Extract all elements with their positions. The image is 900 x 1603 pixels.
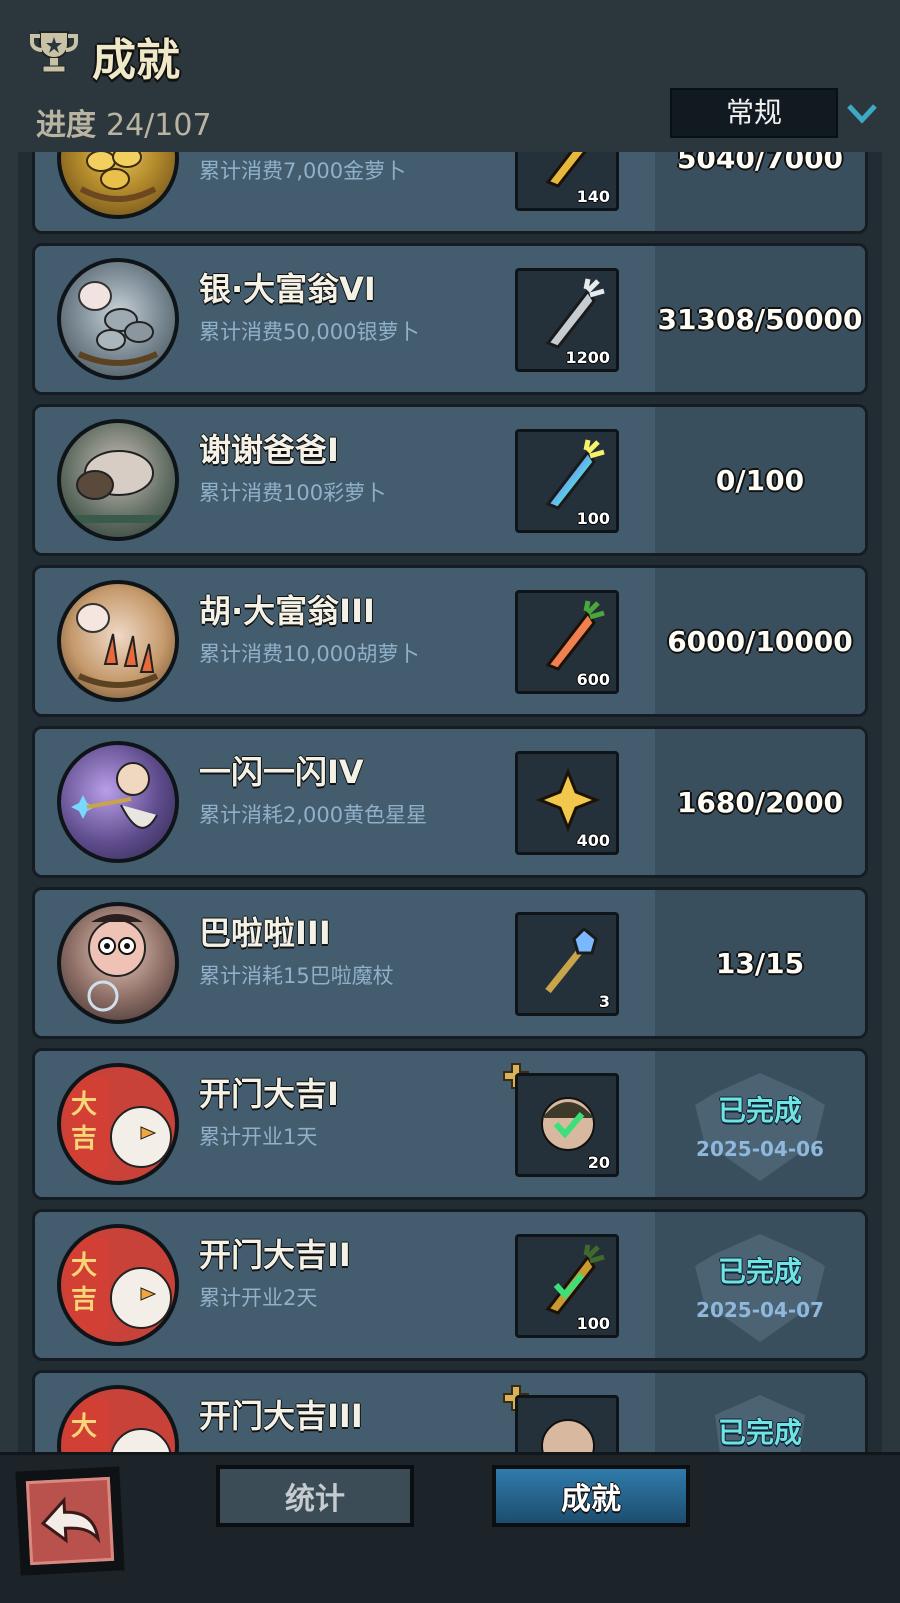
achievement-avatar bbox=[57, 152, 179, 219]
achievement-name: 开门大吉I bbox=[199, 1075, 339, 1113]
achievement-desc: 累计消耗15巴啦魔杖 bbox=[199, 964, 394, 988]
rainbow-carrot-icon bbox=[545, 439, 605, 510]
reward-slot[interactable]: 140 bbox=[515, 152, 619, 211]
achievement-card-completed: 大吉 开门大吉II 累计开业2天 100 已完成 2025-04-07 bbox=[32, 1209, 868, 1361]
progress-count: 13/15 bbox=[715, 946, 805, 980]
achievement-card: 银·大富翁VI 累计消费50,000银萝卜 1200 31308/50000 bbox=[32, 243, 868, 395]
tab-statistics[interactable]: 统计 bbox=[216, 1465, 414, 1527]
completed-label: 已完成 bbox=[717, 1416, 802, 1449]
achievement-card: 胡·大富翁III 累计消费10,000胡萝卜 600 6000/10000 bbox=[32, 565, 868, 717]
achievement-avatar bbox=[57, 258, 179, 380]
completed-status: 已完成 bbox=[655, 1373, 865, 1452]
reward-slot[interactable]: 100 bbox=[515, 429, 619, 533]
achievement-avatar bbox=[57, 580, 179, 702]
reward-count: 400 bbox=[576, 831, 610, 850]
trophy-icon bbox=[30, 31, 78, 73]
progress-value: 24/107 bbox=[106, 108, 212, 143]
svg-text:大: 大 bbox=[71, 1412, 97, 1442]
achievement-desc: 累计消费10,000胡萝卜 bbox=[199, 642, 420, 666]
gold-carrot-icon bbox=[545, 1244, 605, 1315]
achievement-avatar bbox=[57, 741, 179, 863]
category-dropdown[interactable]: 常规 bbox=[670, 88, 838, 138]
completed-label: 已完成 bbox=[717, 1094, 802, 1127]
achievement-name: 开门大吉II bbox=[199, 1236, 351, 1274]
achievement-avatar bbox=[57, 419, 179, 541]
tab-achievements[interactable]: 成就 bbox=[492, 1465, 690, 1527]
progress-count: 0/100 bbox=[715, 463, 805, 497]
achievement-desc: 累计消耗2,000黄色星星 bbox=[199, 803, 428, 827]
achievement-desc: 累计开业1天 bbox=[199, 1125, 318, 1149]
achievement-name: 胡·大富翁III bbox=[199, 592, 375, 630]
bottom-bar: 统计 成就 bbox=[0, 1452, 900, 1603]
chevron-down-icon[interactable] bbox=[845, 98, 879, 128]
achievement-card-completed: 大吉 开门大吉I 累计开业1天 20 已完成 2025-04-06 bbox=[32, 1048, 868, 1200]
back-button[interactable] bbox=[15, 1466, 125, 1576]
reward-count: 140 bbox=[576, 187, 610, 206]
achievement-desc: 累计消费50,000银萝卜 bbox=[199, 320, 420, 344]
reward-count: 100 bbox=[576, 1314, 610, 1333]
achievement-desc: 累计消费100彩萝卜 bbox=[199, 481, 387, 505]
completed-status: 已完成 2025-04-07 bbox=[655, 1212, 865, 1358]
achievement-card: 谢谢爸爸I 累计消费100彩萝卜 100 0/100 bbox=[32, 404, 868, 556]
page-title: 成就 bbox=[92, 35, 180, 86]
completed-date: 2025-04-07 bbox=[696, 1298, 824, 1322]
svg-text:大: 大 bbox=[71, 1090, 97, 1120]
achievement-name: 开门大吉III bbox=[199, 1397, 363, 1435]
svg-text:吉: 吉 bbox=[71, 1124, 97, 1154]
achievement-name: 银·大富翁VI bbox=[199, 270, 376, 308]
reward-slot[interactable]: 1200 bbox=[515, 268, 619, 372]
achievement-desc: 累计开业2天 bbox=[199, 1286, 318, 1310]
svg-text:大: 大 bbox=[71, 1251, 97, 1281]
progress-count: 1680/2000 bbox=[676, 785, 844, 819]
reward-count: 1200 bbox=[565, 348, 610, 367]
achievement-card-gold-tycoon: 累计消费7,000金萝卜 140 5040/7000 bbox=[32, 152, 868, 234]
reward-slot[interactable]: 600 bbox=[515, 590, 619, 694]
achievement-avatar: 大 bbox=[57, 1385, 179, 1452]
magic-wand-icon bbox=[545, 926, 598, 994]
completed-status: 已完成 2025-04-06 bbox=[655, 1051, 865, 1197]
reward-count: 100 bbox=[576, 509, 610, 528]
achievement-desc: 累计消费7,000金萝卜 bbox=[199, 159, 407, 183]
reward-slot[interactable]: 100 bbox=[515, 1234, 619, 1338]
progress-label: 进度 bbox=[36, 108, 96, 143]
svg-text:吉: 吉 bbox=[71, 1285, 97, 1315]
achievement-list[interactable]: 累计消费7,000金萝卜 140 5040/7000 银·大富翁VI 累计消费5… bbox=[18, 152, 882, 1452]
reward-count: 20 bbox=[587, 1153, 610, 1172]
achievement-name: 一闪一闪IV bbox=[199, 753, 364, 791]
reward-slot[interactable]: 3 bbox=[515, 912, 619, 1016]
achievement-name: 巴啦啦III bbox=[199, 914, 331, 952]
reward-count: 3 bbox=[598, 992, 610, 1011]
achievement-avatar bbox=[57, 902, 179, 1024]
achievement-card: 一闪一闪IV 累计消耗2,000黄色星星 400 1680/2000 bbox=[32, 726, 868, 878]
reward-slot[interactable] bbox=[515, 1395, 619, 1452]
achievement-card-completed: 大 开门大吉III 已完成 bbox=[32, 1370, 868, 1452]
progress-text: 进度 24/107 bbox=[36, 100, 212, 144]
character-portrait-icon bbox=[541, 1097, 595, 1151]
achievement-card: 巴啦啦III 累计消耗15巴啦魔杖 3 13/15 bbox=[32, 887, 868, 1039]
yellow-star-icon bbox=[535, 767, 601, 833]
silver-carrot-icon bbox=[545, 278, 605, 349]
header: 成就 进度 24/107 常规 bbox=[0, 0, 900, 150]
back-arrow-icon bbox=[40, 1496, 101, 1544]
reward-count: 600 bbox=[576, 670, 610, 689]
achievement-avatar: 大吉 bbox=[57, 1224, 179, 1346]
character-portrait-icon bbox=[541, 1419, 595, 1452]
reward-slot[interactable]: 400 bbox=[515, 751, 619, 855]
achievement-name: 谢谢爸爸I bbox=[199, 431, 339, 469]
progress-count: 6000/10000 bbox=[667, 624, 853, 658]
achievement-avatar: 大吉 bbox=[57, 1063, 179, 1185]
carrot-icon bbox=[545, 600, 605, 671]
reward-slot[interactable]: 20 bbox=[515, 1073, 619, 1177]
progress-count: 5040/7000 bbox=[676, 152, 844, 175]
completed-date: 2025-04-06 bbox=[696, 1137, 824, 1161]
completed-label: 已完成 bbox=[717, 1255, 802, 1288]
progress-count: 31308/50000 bbox=[657, 302, 863, 336]
